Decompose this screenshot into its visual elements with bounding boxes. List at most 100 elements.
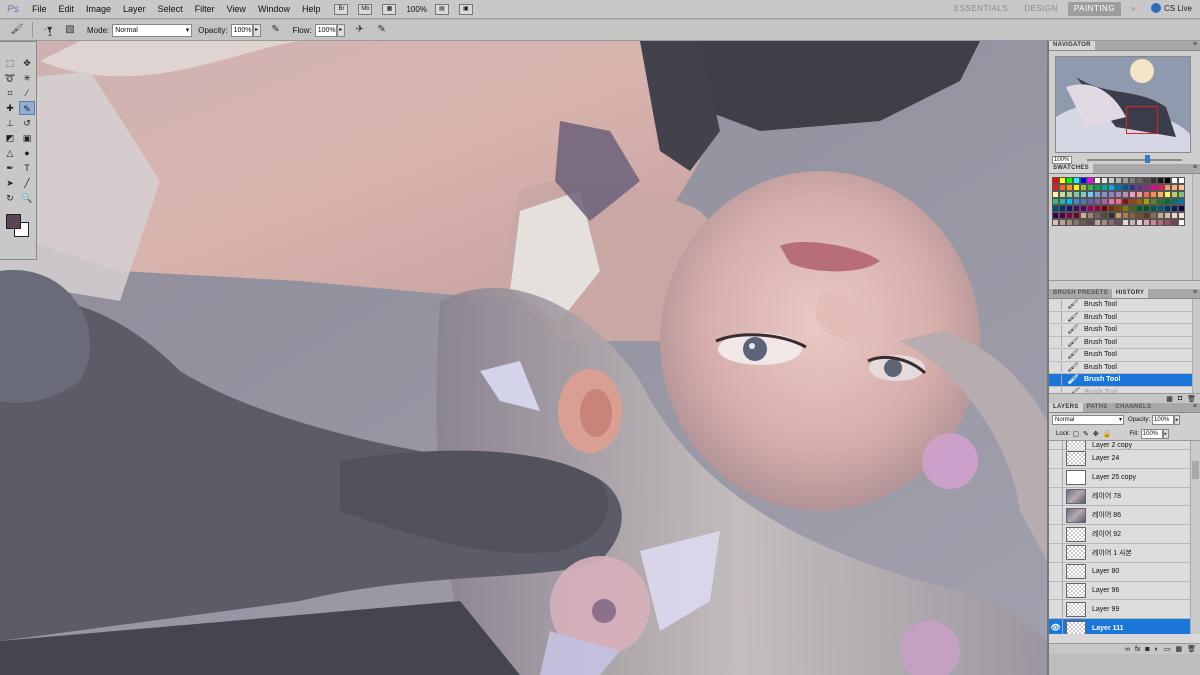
layer-mask-icon[interactable]: ◙: [1145, 646, 1149, 653]
swatch[interactable]: [1136, 219, 1143, 226]
history-state[interactable]: 🖌 Brush Tool: [1049, 299, 1200, 312]
workspace-overflow-button[interactable]: »: [1125, 2, 1142, 16]
swatch[interactable]: [1066, 198, 1073, 205]
path-selection-tool-icon[interactable]: ➤: [2, 176, 18, 190]
swatch[interactable]: [1101, 177, 1108, 184]
trash-icon[interactable]: 🗑: [1187, 395, 1196, 403]
foreground-color-swatch[interactable]: [6, 214, 21, 229]
swatch[interactable]: [1052, 198, 1059, 205]
swatch[interactable]: [1073, 198, 1080, 205]
swatch[interactable]: [1129, 219, 1136, 226]
history-source-checkbox[interactable]: [1052, 299, 1062, 310]
layer-opacity-arrow[interactable]: ▸: [1174, 415, 1181, 425]
layer-row[interactable]: Layer 96: [1049, 581, 1190, 601]
menu-window[interactable]: Window: [252, 4, 296, 14]
swatch[interactable]: [1136, 198, 1143, 205]
lasso-tool-icon[interactable]: ➰: [2, 71, 18, 85]
swatch[interactable]: [1073, 219, 1080, 226]
swatch[interactable]: [1066, 212, 1073, 219]
swatch[interactable]: [1087, 177, 1094, 184]
menu-layer[interactable]: Layer: [117, 4, 152, 14]
tab-channels[interactable]: CHANNELS: [1112, 403, 1156, 412]
workspace-painting[interactable]: PAINTING: [1067, 2, 1122, 16]
swatch[interactable]: [1094, 212, 1101, 219]
swatch[interactable]: [1129, 205, 1136, 212]
swatch[interactable]: [1115, 198, 1122, 205]
menu-file[interactable]: File: [26, 4, 53, 14]
swatch[interactable]: [1157, 191, 1164, 198]
history-source-checkbox[interactable]: [1052, 362, 1062, 373]
layer-row[interactable]: 👁 Layer 111: [1049, 619, 1190, 634]
move-tool-icon[interactable]: ✥: [19, 56, 35, 70]
swatch[interactable]: [1129, 177, 1136, 184]
layer-row[interactable]: Layer 80: [1049, 562, 1190, 582]
view-extras-icon[interactable]: ▦: [382, 3, 397, 15]
workspace-essentials[interactable]: ESSENTIALS: [948, 2, 1014, 16]
swatch[interactable]: [1094, 177, 1101, 184]
layers-scrollbar-thumb[interactable]: [1192, 461, 1199, 479]
swatch[interactable]: [1136, 184, 1143, 191]
swatch[interactable]: [1080, 177, 1087, 184]
swatch[interactable]: [1115, 184, 1122, 191]
panel-menu-icon[interactable]: ≡: [1193, 403, 1197, 410]
lock-position-icon[interactable]: ✥: [1093, 430, 1099, 438]
swatch[interactable]: [1122, 205, 1129, 212]
swatch[interactable]: [1178, 198, 1185, 205]
swatch[interactable]: [1178, 191, 1185, 198]
swatch[interactable]: [1059, 219, 1066, 226]
swatch[interactable]: [1122, 177, 1129, 184]
history-state[interactable]: 🖌 Brush Tool: [1049, 349, 1200, 362]
zoom-tool-icon[interactable]: 🔍: [19, 191, 35, 205]
swatch[interactable]: [1108, 191, 1115, 198]
swatch[interactable]: [1059, 184, 1066, 191]
history-state[interactable]: 🖌 Brush Tool: [1049, 374, 1200, 387]
history-source-checkbox[interactable]: [1052, 337, 1062, 348]
swatches-scrollbar[interactable]: [1192, 174, 1200, 280]
swatch[interactable]: [1122, 212, 1129, 219]
swatch[interactable]: [1080, 205, 1087, 212]
swatch[interactable]: [1094, 184, 1101, 191]
visibility-eye-icon[interactable]: [1049, 487, 1063, 506]
flow-input[interactable]: 100%: [314, 23, 337, 37]
tab-paths[interactable]: PATHS: [1083, 403, 1112, 412]
swatch[interactable]: [1136, 177, 1143, 184]
swatch[interactable]: [1073, 184, 1080, 191]
swatch[interactable]: [1087, 212, 1094, 219]
gradient-tool-icon[interactable]: ▣: [19, 131, 35, 145]
swatch[interactable]: [1059, 177, 1066, 184]
swatch[interactable]: [1171, 219, 1178, 226]
fill-input[interactable]: 100%: [1140, 428, 1163, 439]
swatch[interactable]: [1094, 191, 1101, 198]
brush-tool-icon[interactable]: ✎: [19, 101, 35, 115]
swatch[interactable]: [1136, 212, 1143, 219]
swatch[interactable]: [1157, 184, 1164, 191]
swatch[interactable]: [1157, 212, 1164, 219]
healing-brush-tool-icon[interactable]: ✚: [2, 101, 18, 115]
visibility-eye-icon[interactable]: [1049, 468, 1063, 487]
tab-navigator[interactable]: NAVIGATOR: [1049, 41, 1095, 50]
blend-mode-select[interactable]: Normal: [1052, 415, 1124, 425]
new-document-from-state-icon[interactable]: ▦: [1166, 395, 1173, 403]
panel-menu-icon[interactable]: ≡: [1193, 289, 1197, 296]
swatch[interactable]: [1157, 205, 1164, 212]
swatch[interactable]: [1073, 191, 1080, 198]
history-source-checkbox[interactable]: [1052, 324, 1062, 335]
swatch[interactable]: [1101, 212, 1108, 219]
swatch[interactable]: [1157, 219, 1164, 226]
snapshot-icon[interactable]: ◘: [1178, 395, 1182, 402]
swatch[interactable]: [1080, 191, 1087, 198]
history-source-checkbox[interactable]: [1052, 312, 1062, 323]
mode-select[interactable]: Normal: [112, 23, 193, 37]
swatch[interactable]: [1143, 219, 1150, 226]
layer-row[interactable]: Layer 25 copy: [1049, 468, 1190, 488]
swatch[interactable]: [1101, 219, 1108, 226]
swatch[interactable]: [1073, 177, 1080, 184]
visibility-eye-icon[interactable]: [1049, 562, 1063, 581]
layer-row[interactable]: 레이어 92: [1049, 525, 1190, 544]
history-state[interactable]: 🖌 Brush Tool: [1049, 362, 1200, 374]
tab-layers[interactable]: LAYERS: [1049, 403, 1083, 412]
swatch[interactable]: [1171, 177, 1178, 184]
workspace-design[interactable]: DESIGN: [1018, 2, 1064, 16]
swatch[interactable]: [1164, 198, 1171, 205]
swatch[interactable]: [1052, 205, 1059, 212]
